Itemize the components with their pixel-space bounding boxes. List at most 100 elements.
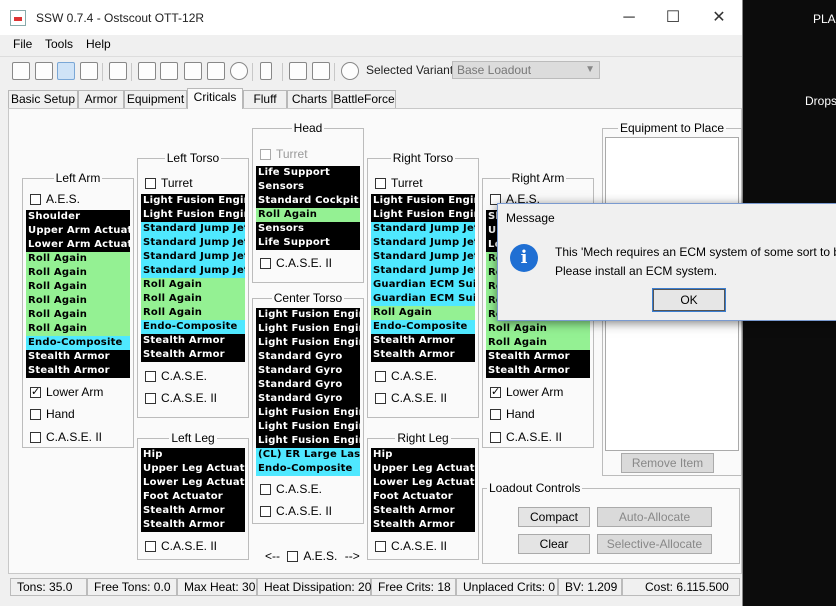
chat-icon[interactable] [230, 62, 248, 80]
crit-slot[interactable]: Standard Jump Jet [371, 236, 475, 250]
crit-slot[interactable]: Standard Jump Jet [141, 250, 245, 264]
printer-icon[interactable] [109, 62, 127, 80]
crit-slot[interactable]: Light Fusion Engine [141, 194, 245, 208]
crit-slot[interactable]: Stealth Armor [486, 364, 590, 378]
crit-slot[interactable]: Stealth Armor [26, 364, 130, 378]
variant-select[interactable]: Base Loadout ▼ [452, 61, 600, 79]
tab-charts[interactable]: Charts [287, 90, 332, 108]
crit-slot[interactable]: Standard Jump Jet [371, 264, 475, 278]
menu-help[interactable]: Help [86, 37, 111, 51]
crit-slot[interactable]: Sensors [256, 222, 360, 236]
right-torso-turret-checkbox[interactable]: Turret [375, 176, 423, 190]
left-arm-hand-checkbox[interactable]: Hand [30, 407, 75, 421]
close-button[interactable]: ✕ [696, 6, 742, 30]
crit-slot[interactable]: Roll Again [141, 278, 245, 292]
crit-slot[interactable]: Roll Again [141, 306, 245, 320]
crit-slot[interactable]: Shoulder [26, 210, 130, 224]
crit-slot[interactable]: Hip [141, 448, 245, 462]
crit-slot[interactable]: Light Fusion Engine [256, 406, 360, 420]
crit-slot[interactable]: Stealth Armor [486, 350, 590, 364]
clipboard-icon[interactable] [289, 62, 307, 80]
right-arm-lower-arm-checkbox[interactable]: Lower Arm [490, 385, 563, 399]
crit-slot[interactable]: Light Fusion Engine [256, 336, 360, 350]
crit-slot[interactable]: Roll Again [26, 308, 130, 322]
crit-slot[interactable]: Lower Leg Actuator [371, 476, 475, 490]
crit-slot[interactable]: Light Fusion Engine [256, 434, 360, 448]
left-torso-turret-checkbox[interactable]: Turret [145, 176, 193, 190]
crit-slot[interactable]: Stealth Armor [141, 504, 245, 518]
export-icon[interactable] [207, 62, 225, 80]
crit-slot[interactable]: Lower Leg Actuator [141, 476, 245, 490]
open-icon[interactable] [35, 62, 53, 80]
clear-button[interactable]: Clear [518, 534, 590, 554]
tab-equipment[interactable]: Equipment [124, 90, 187, 108]
crit-slot[interactable]: Guardian ECM Suite [371, 292, 475, 306]
legs-aes-checkbox[interactable] [287, 551, 299, 562]
crit-slot[interactable]: Life Support [256, 236, 360, 250]
head-turret-checkbox[interactable]: Turret [260, 147, 308, 161]
crit-slot[interactable]: Roll Again [26, 252, 130, 266]
menu-file[interactable]: File [13, 37, 32, 51]
crit-slot[interactable]: Standard Jump Jet [371, 250, 475, 264]
crit-slot[interactable]: Light Fusion Engine [141, 208, 245, 222]
crit-slot[interactable]: Standard Jump Jet [141, 222, 245, 236]
crit-slot[interactable]: Roll Again [486, 336, 590, 350]
crit-slot[interactable]: Standard Gyro [256, 350, 360, 364]
crit-slot[interactable]: Roll Again [256, 208, 360, 222]
new-icon[interactable] [12, 62, 30, 80]
crit-slot[interactable]: Standard Gyro [256, 364, 360, 378]
remove-item-button[interactable]: Remove Item [621, 453, 714, 473]
auto-allocate-button[interactable]: Auto-Allocate [597, 507, 712, 527]
menu-tools[interactable]: Tools [45, 37, 73, 51]
crit-slot[interactable]: Standard Jump Jet [141, 236, 245, 250]
crit-slot[interactable]: Upper Leg Actuator [141, 462, 245, 476]
crit-slot[interactable]: Endo-Composite [26, 336, 130, 350]
right-torso-case-checkbox[interactable]: C.A.S.E. [375, 369, 437, 383]
crit-slot[interactable]: Upper Arm Actuator [26, 224, 130, 238]
paste-icon[interactable] [160, 62, 178, 80]
crit-slot[interactable]: Stealth Armor [141, 348, 245, 362]
compact-button[interactable]: Compact [518, 507, 590, 527]
crit-slot[interactable]: Life Support [256, 166, 360, 180]
crit-slot[interactable]: Standard Jump Jet [141, 264, 245, 278]
crit-slot[interactable]: Roll Again [486, 322, 590, 336]
crit-slot[interactable]: Roll Again [26, 322, 130, 336]
gear-icon[interactable] [341, 62, 359, 80]
maximize-button[interactable]: ☐ [650, 6, 696, 30]
crit-slot[interactable]: Hip [371, 448, 475, 462]
crit-slot[interactable]: Roll Again [371, 306, 475, 320]
crit-slot[interactable]: Upper Leg Actuator [371, 462, 475, 476]
crit-slot[interactable]: Stealth Armor [371, 348, 475, 362]
crit-slot[interactable]: Foot Actuator [141, 490, 245, 504]
crit-slot[interactable]: Sensors [256, 180, 360, 194]
crit-slot[interactable]: Standard Cockpit [256, 194, 360, 208]
tab-criticals[interactable]: Criticals [187, 88, 243, 109]
tab-battleforce[interactable]: BattleForce [332, 90, 396, 108]
crit-slot[interactable]: Stealth Armor [141, 518, 245, 532]
save-icon[interactable] [57, 62, 75, 80]
right-torso-case2-checkbox[interactable]: C.A.S.E. II [375, 391, 447, 405]
selective-allocate-button[interactable]: Selective-Allocate [597, 534, 712, 554]
center-torso-case2-checkbox[interactable]: C.A.S.E. II [260, 504, 332, 518]
crit-slot[interactable]: Light Fusion Engine [256, 420, 360, 434]
crit-slot[interactable]: Stealth Armor [371, 504, 475, 518]
right-arm-hand-checkbox[interactable]: Hand [490, 407, 535, 421]
crit-slot[interactable]: Endo-Composite [371, 320, 475, 334]
clipboard-icon[interactable] [312, 62, 330, 80]
left-arm-case2-checkbox[interactable]: C.A.S.E. II [30, 430, 102, 444]
crit-slot[interactable]: Roll Again [26, 266, 130, 280]
tab-basic-setup[interactable]: Basic Setup [8, 90, 78, 108]
head-case2-checkbox[interactable]: C.A.S.E. II [260, 256, 332, 270]
left-arm-lower-arm-checkbox[interactable]: Lower Arm [30, 385, 103, 399]
crit-slot[interactable]: Light Fusion Engine [371, 194, 475, 208]
crit-slot[interactable]: Stealth Armor [371, 334, 475, 348]
crit-slot[interactable]: Stealth Armor [26, 350, 130, 364]
crit-slot[interactable]: Roll Again [26, 294, 130, 308]
tab-fluff[interactable]: Fluff [243, 90, 287, 108]
minimize-button[interactable]: ─ [606, 6, 652, 30]
crit-slot[interactable]: (CL) ER Large Laser [256, 448, 360, 462]
battery-icon[interactable] [260, 62, 272, 80]
ok-button[interactable]: OK [652, 288, 726, 312]
crit-slot[interactable]: Stealth Armor [141, 334, 245, 348]
left-torso-case2-checkbox[interactable]: C.A.S.E. II [145, 391, 217, 405]
